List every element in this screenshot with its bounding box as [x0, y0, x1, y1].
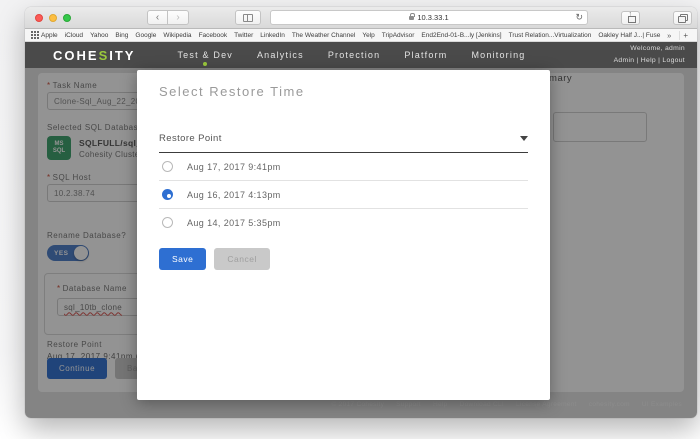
restore-option-row[interactable]: Aug 17, 2017 9:41pm — [159, 153, 528, 181]
reload-icon[interactable]: ↻ — [575, 12, 583, 23]
modal-buttons: Save Cancel — [159, 248, 528, 270]
share-button[interactable] — [621, 11, 640, 25]
bookmark-item[interactable]: LinkedIn — [260, 32, 285, 39]
user-box: Welcome, admin Admin | Help | Logout — [614, 43, 685, 66]
nav-protection[interactable]: Protection — [316, 42, 393, 68]
nav-label: Protection — [328, 50, 381, 60]
bookmark-item[interactable]: Oakley Half J...| Fuse Lenses — [598, 32, 661, 39]
restore-option-label: Aug 14, 2017 5:35pm — [187, 218, 281, 228]
nav-label: Monitoring — [471, 50, 525, 60]
url-text: 10.3.33.1 — [417, 13, 448, 22]
cohesity-logo[interactable]: COHESITY — [53, 48, 135, 63]
sidebar-button[interactable] — [235, 10, 261, 25]
app-header: COHESITY Test & Dev Analytics Protection… — [25, 42, 697, 68]
bookmark-item[interactable]: Bing — [115, 32, 128, 39]
logo-accent: S — [99, 48, 110, 63]
show-tabs-button[interactable] — [673, 11, 692, 25]
chevron-down-icon — [520, 136, 528, 141]
bookmark-item[interactable]: Yelp — [362, 32, 374, 39]
cancel-button-modal[interactable]: Cancel — [214, 248, 269, 270]
sidebar-icon — [243, 14, 253, 22]
bookmarks-grid-icon[interactable] — [31, 31, 39, 39]
bookmarks-overflow: » + — [667, 31, 691, 40]
bookmark-item[interactable]: TripAdvisor — [382, 32, 415, 39]
minimize-window-button[interactable] — [49, 14, 57, 22]
address-bar[interactable]: 10.3.33.1 ↻ — [270, 10, 588, 25]
radio-icon[interactable] — [162, 217, 173, 228]
bookmark-item[interactable]: Trust Relation...Virtualization — [509, 32, 592, 39]
back-button[interactable]: ‹ — [147, 10, 168, 25]
page-body: *Task Name Selected SQL Database MSSQL S… — [25, 68, 697, 418]
browser-titlebar: ‹ › 10.3.33.1 ↻ — [25, 7, 697, 29]
bookmark-item[interactable]: The Weather Channel — [292, 32, 355, 39]
browser-window: ‹ › 10.3.33.1 ↻ Apple iCloud Yahoo Bing … — [25, 7, 697, 418]
nav-label: Analytics — [257, 50, 304, 60]
save-button[interactable]: Save — [159, 248, 206, 270]
forward-button[interactable]: › — [168, 10, 189, 25]
window-controls — [35, 14, 71, 22]
bookmark-item[interactable]: Twitter — [234, 32, 253, 39]
bookmark-item[interactable]: iCloud — [65, 32, 83, 39]
welcome-text: Welcome, admin — [614, 43, 685, 55]
nav-test-and-dev[interactable]: Test & Dev — [165, 42, 245, 68]
close-window-button[interactable] — [35, 14, 43, 22]
nav-analytics[interactable]: Analytics — [245, 42, 316, 68]
history-nav: ‹ › — [147, 10, 189, 25]
zoom-window-button[interactable] — [63, 14, 71, 22]
select-restore-time-modal: Select Restore Time Restore Point Aug 17… — [137, 70, 550, 400]
nav-platform[interactable]: Platform — [392, 42, 459, 68]
logo-text: COHE — [53, 48, 99, 63]
restore-option-row-selected[interactable]: Aug 16, 2017 4:13pm — [159, 181, 528, 209]
bookmark-item[interactable]: End2End-01-B...ly [Jenkins] — [421, 32, 501, 39]
restore-option-label: Aug 16, 2017 4:13pm — [187, 190, 281, 200]
nav-monitoring[interactable]: Monitoring — [459, 42, 537, 68]
nav-label: Test & Dev — [177, 50, 233, 60]
restore-option-row[interactable]: Aug 14, 2017 5:35pm — [159, 209, 528, 236]
modal-title: Select Restore Time — [159, 84, 528, 99]
radio-icon-selected[interactable] — [162, 189, 173, 200]
bookmarks-overflow-chevron[interactable]: » — [667, 31, 671, 40]
lock-icon — [409, 16, 414, 20]
bookmarks-bar: Apple iCloud Yahoo Bing Google Wikipedia… — [25, 29, 697, 42]
account-links[interactable]: Admin | Help | Logout — [614, 55, 685, 67]
bookmark-item[interactable]: Google — [135, 32, 156, 39]
bookmarks-list: Apple iCloud Yahoo Bing Google Wikipedia… — [41, 32, 661, 39]
tabs-icon — [678, 14, 688, 23]
bookmark-item[interactable]: Facebook — [199, 32, 228, 39]
bookmark-item[interactable]: Apple — [41, 32, 58, 39]
logo-text: ITY — [109, 48, 135, 63]
share-icon — [627, 14, 635, 23]
restore-point-select[interactable]: Restore Point — [159, 133, 528, 153]
active-nav-dot — [203, 62, 207, 66]
main-nav: Test & Dev Analytics Protection Platform… — [165, 42, 537, 68]
new-tab-button[interactable]: + — [679, 31, 691, 40]
restore-option-label: Aug 17, 2017 9:41pm — [187, 162, 281, 172]
restore-point-select-label: Restore Point — [159, 133, 222, 144]
radio-icon[interactable] — [162, 161, 173, 172]
bookmark-item[interactable]: Yahoo — [90, 32, 108, 39]
bookmark-item[interactable]: Wikipedia — [163, 32, 191, 39]
nav-label: Platform — [404, 50, 447, 60]
